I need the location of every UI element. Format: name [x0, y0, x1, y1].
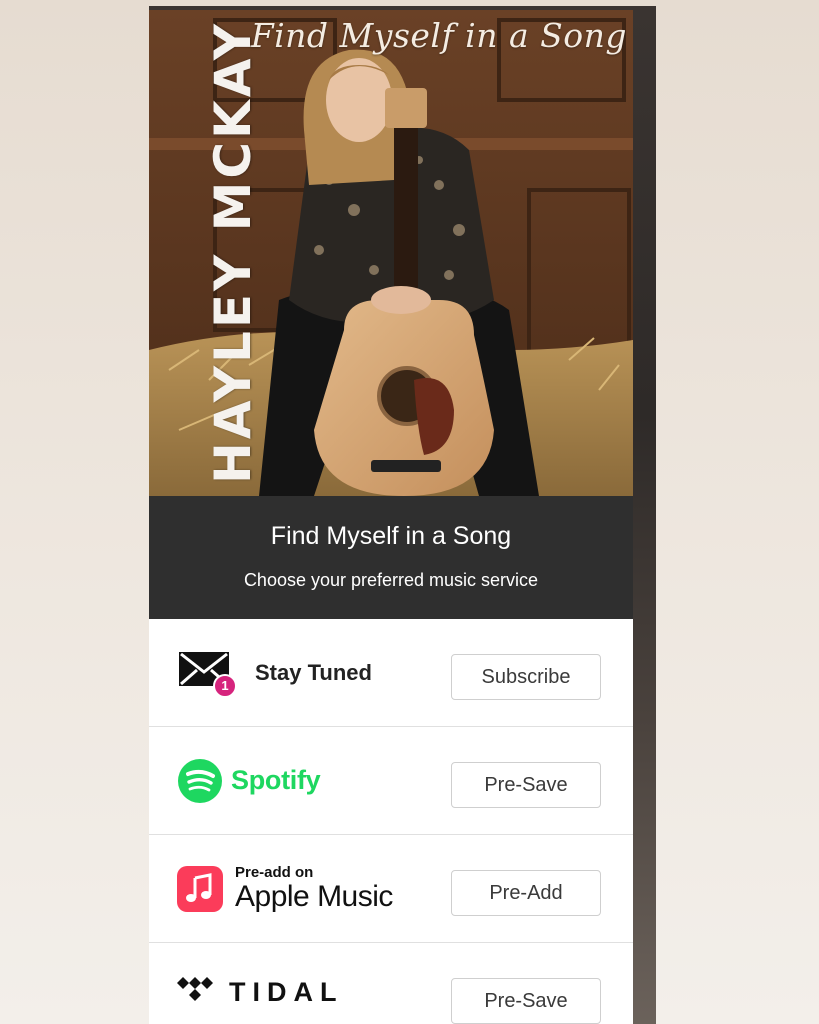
subscribe-button[interactable]: Subscribe: [451, 654, 601, 700]
mail-icon: 1: [177, 648, 237, 698]
service-row-spotify: Spotify Pre-Save: [149, 727, 633, 835]
tidal-wordmark: TIDAL: [229, 977, 344, 1007]
stay-tuned-label: Stay Tuned: [255, 659, 372, 685]
service-row-stay-tuned: 1 Stay Tuned Subscribe: [149, 619, 633, 727]
spotify-presave-button[interactable]: Pre-Save: [451, 762, 601, 808]
tidal-icon: [177, 977, 213, 1001]
spotify-wordmark: Spotify: [231, 765, 321, 795]
release-subtitle: Choose your preferred music service: [243, 570, 539, 590]
apple-music-preadd-caption: Pre-add on: [235, 864, 314, 881]
service-row-apple-music: Pre-add on Apple Music Pre-Add: [149, 835, 633, 943]
spotify-logo: Spotify: [177, 727, 321, 834]
spotify-icon: [178, 758, 222, 803]
presave-card: Find Myself in a Song HAYLEY MCKAY Find …: [149, 10, 633, 1024]
apple-music-logo: Pre-add on Apple Music: [177, 835, 393, 942]
tidal-logo: TIDAL: [177, 943, 343, 1024]
cover-song-title: Find Myself in a Song: [250, 16, 627, 55]
service-list: 1 Stay Tuned Subscribe Spotify Pre-Save …: [149, 619, 633, 1024]
apple-music-wordmark: Apple Music: [235, 880, 393, 913]
notification-badge: 1: [213, 673, 237, 698]
album-cover: Find Myself in a Song HAYLEY MCKAY: [149, 10, 633, 496]
apple-music-icon: [177, 865, 223, 912]
phone-frame: Find Myself in a Song HAYLEY MCKAY Find …: [149, 6, 656, 1024]
tidal-presave-button[interactable]: Pre-Save: [451, 978, 601, 1024]
apple-music-preadd-button[interactable]: Pre-Add: [451, 870, 601, 916]
release-header: Find Myself in a Song Choose your prefer…: [149, 496, 633, 619]
cover-artist-name: HAYLEY MCKAY: [204, 21, 262, 484]
release-title: Find Myself in a Song: [270, 522, 512, 550]
service-row-tidal: TIDAL Pre-Save: [149, 943, 633, 1024]
